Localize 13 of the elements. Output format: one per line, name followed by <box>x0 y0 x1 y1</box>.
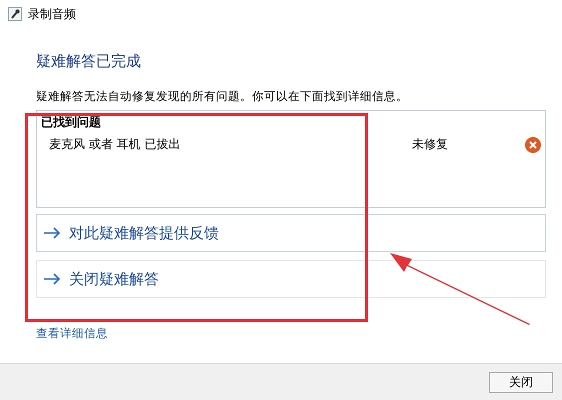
description: 疑难解答无法自动修复发现的所有问题。你可以在下面找到详细信息。 <box>36 89 409 104</box>
issue-name: 麦克风 或者 耳机 已拔出 <box>49 136 182 153</box>
arrow-icon <box>43 227 61 239</box>
close-button[interactable]: 关闭 <box>489 372 553 392</box>
details-link[interactable]: 查看详细信息 <box>36 326 108 341</box>
panel-title: 已找到问题 <box>41 114 102 131</box>
action-link[interactable]: 关闭疑难解答 <box>36 260 546 298</box>
issue-status: 未修复 <box>412 136 449 153</box>
action-link[interactable]: 对此疑难解答提供反馈 <box>36 214 546 252</box>
microphone-icon <box>8 7 22 21</box>
arrow-icon <box>43 273 61 285</box>
window-title: 录制音频 <box>28 6 76 22</box>
heading: 疑难解答已完成 <box>36 52 142 71</box>
